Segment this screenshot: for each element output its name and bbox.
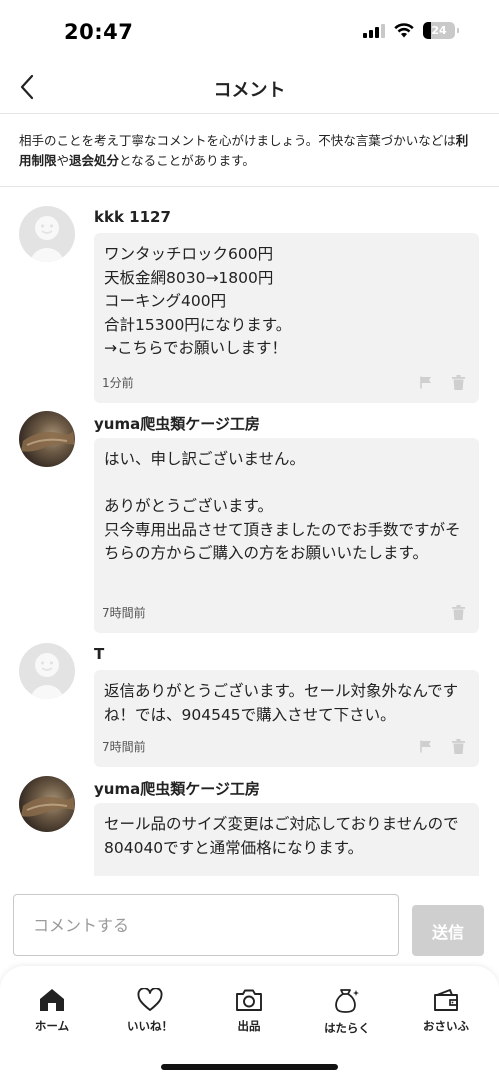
notice-text: となることがあります。 [119,153,255,168]
report-flag-icon[interactable] [420,376,432,389]
status-bar: 20:47 24 [0,0,499,62]
default-avatar-icon[interactable] [19,643,75,699]
comment-text: 返信ありがとうございます。セール対象外なんですね！では、904545で購入させて… [104,682,459,724]
camera-icon [236,989,262,1011]
report-flag-icon[interactable] [420,740,432,753]
notice-text: や [56,153,70,168]
trash-icon[interactable] [452,739,465,754]
status-time: 20:47 [64,20,134,44]
tab-sell[interactable]: 出品 [209,988,289,1034]
battery-indicator: 24 [423,22,459,39]
comment-timestamp: 7時間前 [102,606,146,620]
notice-strong-withdrawal: 退会処分 [69,153,120,168]
comment-input[interactable] [13,894,399,956]
wallet-icon [434,989,458,1011]
trash-icon[interactable] [452,375,465,390]
comment-timestamp: 1分前 [102,376,134,390]
tab-label: はたらく [324,1021,370,1035]
comment-bubble: 返信ありがとうございます。セール対象外なんですね！では、904545で購入させて… [94,670,479,767]
home-indicator [161,1064,338,1070]
page-title: コメント [213,80,286,101]
comment-username[interactable]: yuma爬虫類ケージ工房 [94,778,260,799]
tab-likes[interactable]: いいね！ [110,988,190,1034]
user-avatar-photo[interactable] [19,411,75,467]
comment-item: kkk 1127 ワンタッチロック600円 天板金網8030→1800円 コーキ… [0,206,499,406]
heart-icon [137,988,163,1011]
comment-text: ワンタッチロック600円 天板金網8030→1800円 コーキング400円 合計… [104,245,292,357]
comment-input-bar: 送信 [0,878,499,966]
tab-label: いいね！ [127,1019,173,1033]
comment-bubble: セール品のサイズ変更はご対応しておりませんので804040ですと通常価格になりま… [94,803,479,876]
comment-item: yuma爬虫類ケージ工房 はい、申し訳ございません。 ありがとうございます。 只… [0,411,499,636]
tab-label: おさいふ [423,1019,469,1033]
comment-text: セール品のサイズ変更はご対応しておりませんので804040ですと通常価格になりま… [104,815,459,857]
nav-header: コメント [0,62,499,114]
comment-username[interactable]: yuma爬虫類ケージ工房 [94,413,260,434]
send-button[interactable]: 送信 [412,905,484,956]
tab-home[interactable]: ホーム [12,988,92,1034]
trash-icon[interactable] [452,605,465,620]
comment-list[interactable]: kkk 1127 ワンタッチロック600円 天板金網8030→1800円 コーキ… [0,188,499,876]
status-icons: 24 [363,22,459,39]
default-avatar-icon[interactable] [19,206,75,262]
comment-item: T 返信ありがとうございます。セール対象外なんですね！では、904545で購入さ… [0,643,499,768]
home-icon [40,989,64,1011]
notice-text: 相手のことを考え丁寧なコメントを心がけましょう。不快な言葉づかいなどは [19,133,456,148]
signal-icon [363,23,385,38]
comment-item: yuma爬虫類ケージ工房 セール品のサイズ変更はご対応しておりませんので8040… [0,776,499,876]
comment-username[interactable]: T [94,645,104,663]
comment-bubble: ワンタッチロック600円 天板金網8030→1800円 コーキング400円 合計… [94,233,479,403]
tab-wallet[interactable]: おさいふ [406,988,486,1034]
wifi-icon [394,23,414,38]
comment-bubble: はい、申し訳ございません。 ありがとうございます。 只今専用出品させて頂きました… [94,438,479,633]
guideline-notice: 相手のことを考え丁寧なコメントを心がけましょう。不快な言葉づかいなどは利用制限や… [0,115,499,187]
user-avatar-photo[interactable] [19,776,75,832]
tab-label: 出品 [237,1019,261,1033]
comment-timestamp: 7時間前 [102,740,146,754]
comment-username[interactable]: kkk 1127 [94,208,171,226]
bottom-tab-bar: ホーム いいね！ 出品 はたらく おさいふ [0,966,499,1080]
money-bag-icon [335,989,359,1013]
tab-work[interactable]: はたらく [307,988,387,1036]
tab-label: ホーム [34,1019,70,1033]
comment-text: はい、申し訳ございません。 ありがとうございます。 只今専用出品させて頂きました… [104,450,461,562]
